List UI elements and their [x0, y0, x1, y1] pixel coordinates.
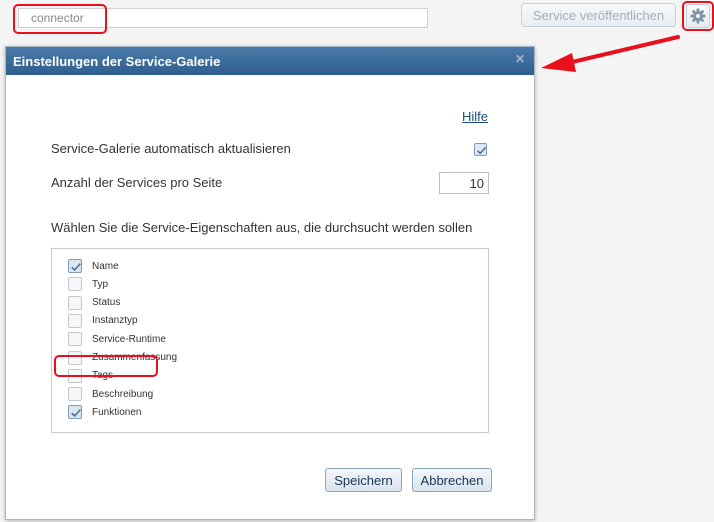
property-checkbox[interactable] [68, 259, 82, 273]
property-item[interactable]: Typ [68, 276, 108, 292]
checkmark-icon [71, 263, 81, 272]
property-checkbox[interactable] [68, 332, 82, 347]
cancel-button[interactable]: Abbrechen [412, 468, 492, 492]
auto-update-label: Service-Galerie automatisch aktualisiere… [51, 141, 291, 156]
property-label: Typ [92, 278, 109, 290]
dialog-title: Einstellungen der Service-Galerie [13, 53, 221, 69]
search-input[interactable] [18, 8, 428, 28]
property-label: Name [92, 260, 119, 272]
property-checkbox[interactable] [68, 277, 82, 292]
checkmark-icon [476, 146, 487, 155]
property-item[interactable]: Funktionen [68, 404, 141, 420]
property-item[interactable]: Status [68, 295, 120, 311]
property-checkbox[interactable] [68, 350, 82, 365]
property-label: Zusammenfassung [92, 352, 178, 363]
property-label: Status [92, 297, 121, 309]
property-label: Funktionen [92, 406, 142, 418]
property-checkbox[interactable] [68, 313, 82, 328]
save-button[interactable]: Speichern [325, 468, 402, 492]
gear-icon [690, 8, 706, 24]
property-item[interactable]: Service-Runtime [68, 331, 166, 347]
property-label: Service-Runtime [92, 333, 166, 345]
per-page-label: Anzahl der Services pro Seite [51, 175, 223, 190]
property-item[interactable]: Name [68, 258, 119, 274]
property-item[interactable]: Beschreibung [68, 386, 153, 402]
checkmark-icon [71, 409, 81, 418]
properties-label: Wählen Sie die Service-Eigenschaften aus… [51, 220, 473, 235]
auto-update-checkbox[interactable] [474, 143, 487, 156]
properties-list: Name Typ Status Instanztyp Service-Runtime Zu… [51, 248, 489, 433]
property-label: Beschreibung [92, 388, 154, 400]
settings-button[interactable] [686, 4, 710, 28]
dialog-header: Einstellungen der Service-Galerie ✕ [6, 47, 534, 75]
property-label: Tags [92, 370, 114, 382]
property-item[interactable]: Zusammenfassung [68, 350, 177, 366]
help-link[interactable]: Hilfe [462, 109, 488, 124]
property-checkbox[interactable] [68, 368, 82, 383]
property-checkbox[interactable] [68, 387, 82, 402]
close-icon[interactable]: ✕ [514, 53, 526, 65]
settings-dialog: Einstellungen der Service-Galerie ✕ Hilf… [5, 46, 535, 520]
property-checkbox[interactable] [68, 295, 82, 310]
property-item[interactable]: Instanztyp [68, 313, 138, 329]
publish-service-button[interactable]: Service veröffentlichen [521, 3, 676, 27]
property-label: Instanztyp [92, 315, 138, 327]
property-checkbox[interactable] [68, 405, 82, 420]
property-item[interactable]: Tags [68, 368, 113, 384]
per-page-input[interactable] [439, 172, 489, 194]
